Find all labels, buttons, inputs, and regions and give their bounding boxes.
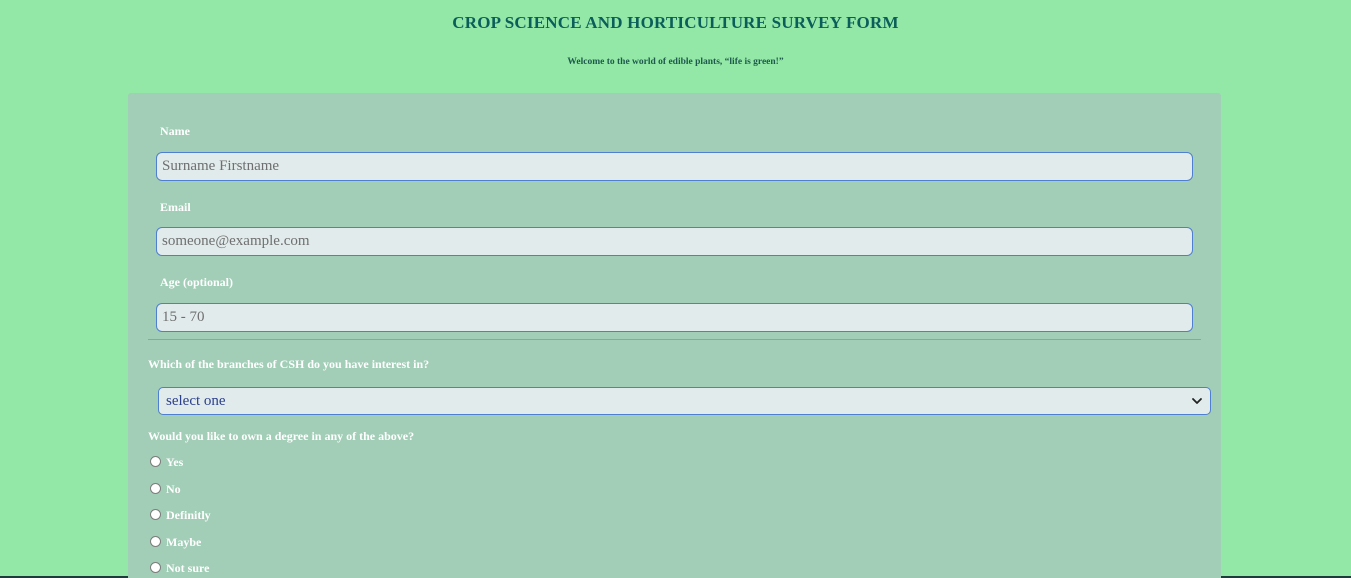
name-label: Name bbox=[160, 124, 190, 138]
page-subtitle: Welcome to the world of edible plants, “… bbox=[567, 57, 784, 67]
page-title: CROP SCIENCE AND HORTICULTURE SURVEY FOR… bbox=[452, 13, 899, 32]
radio-button[interactable] bbox=[150, 456, 161, 467]
degree-question: Would you like to own a degree in any of… bbox=[148, 429, 415, 443]
radio-button[interactable] bbox=[150, 536, 161, 547]
radio-label: Definitly bbox=[166, 508, 211, 522]
radio-label: Not sure bbox=[166, 561, 210, 575]
branch-select-value: select one bbox=[166, 393, 226, 409]
age-label: Age (optional) bbox=[160, 275, 233, 289]
radio-button[interactable] bbox=[150, 562, 161, 573]
branch-select[interactable]: select one bbox=[158, 387, 1211, 415]
survey-form: Name Email Age (optional) Which of the b… bbox=[128, 93, 1221, 578]
radio-button[interactable] bbox=[150, 509, 161, 520]
age-input[interactable] bbox=[156, 303, 1193, 332]
radio-label: Maybe bbox=[166, 535, 202, 549]
radio-button[interactable] bbox=[150, 483, 161, 494]
form-divider bbox=[148, 339, 1201, 340]
radio-label: No bbox=[166, 482, 181, 496]
survey-page: CROP SCIENCE AND HORTICULTURE SURVEY FOR… bbox=[0, 0, 1351, 578]
branch-question: Which of the branches of CSH do you have… bbox=[148, 357, 430, 371]
email-label: Email bbox=[160, 200, 191, 214]
chevron-down-icon bbox=[1192, 398, 1202, 404]
email-input[interactable] bbox=[156, 227, 1193, 256]
radio-label: Yes bbox=[166, 455, 184, 469]
name-input[interactable] bbox=[156, 152, 1193, 181]
